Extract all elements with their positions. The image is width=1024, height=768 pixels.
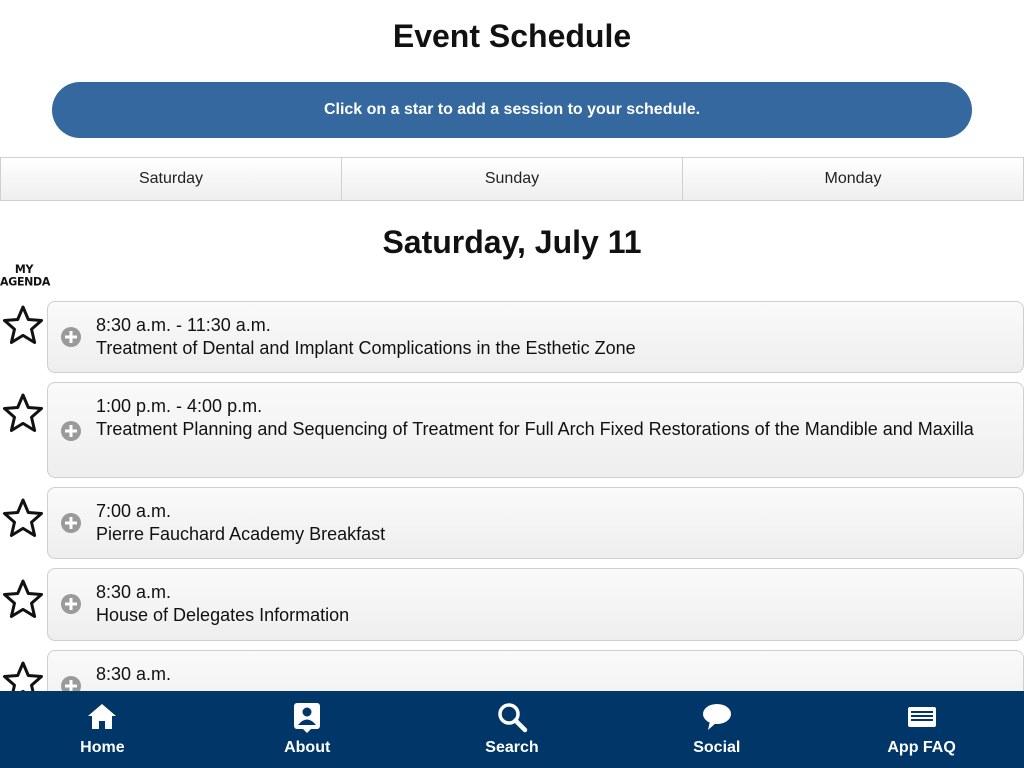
session-card[interactable]: 8:30 a.m. - 11:30 a.m. Treatment of Dent… <box>47 301 1024 373</box>
session-card[interactable]: 8:30 a.m. House of Delegates Information <box>47 568 1024 641</box>
nav-home[interactable]: Home <box>0 691 205 768</box>
session-title: Treatment of Dental and Implant Complica… <box>96 338 636 358</box>
chat-bubble-icon <box>702 704 731 730</box>
my-agenda-label: MY AGENDA <box>0 263 51 289</box>
nav-social[interactable]: Social <box>614 691 819 768</box>
tab-label: Sunday <box>484 170 540 187</box>
star-icon[interactable] <box>2 497 44 539</box>
plus-circle-icon[interactable] <box>60 420 82 442</box>
plus-circle-icon[interactable] <box>60 593 82 615</box>
nav-label: Social <box>693 739 741 756</box>
nav-label: Search <box>485 739 539 756</box>
day-heading: Saturday, July 11 <box>382 224 642 260</box>
nav-label: App FAQ <box>887 739 956 756</box>
session-title: Pierre Fauchard Academy Breakfast <box>96 524 386 544</box>
session-card[interactable]: 1:00 p.m. - 4:00 p.m. Treatment Planning… <box>47 382 1024 478</box>
plus-circle-icon[interactable] <box>60 512 82 534</box>
tab-saturday[interactable]: Saturday <box>1 158 342 200</box>
star-icon[interactable] <box>2 392 44 434</box>
session-time: 1:00 p.m. - 4:00 p.m. <box>96 396 263 416</box>
session-title: House of Delegates Information <box>96 605 350 625</box>
tab-label: Saturday <box>138 170 204 187</box>
banner-text: Click on a star to add a session to your… <box>323 101 701 118</box>
session-time: 7:00 a.m. <box>96 501 172 521</box>
nav-label: Home <box>80 739 125 756</box>
tab-sunday[interactable]: Sunday <box>342 158 683 200</box>
session-time: 8:30 a.m. <box>96 664 172 684</box>
nav-search[interactable]: Search <box>410 691 615 768</box>
search-icon <box>498 703 528 733</box>
session-time: 8:30 a.m. - 11:30 a.m. <box>96 315 271 335</box>
plus-circle-icon[interactable] <box>60 326 82 348</box>
tab-monday[interactable]: Monday <box>683 158 1023 200</box>
session-time: 8:30 a.m. <box>96 582 172 602</box>
nav-label: About <box>284 739 331 756</box>
bottom-nav: Home About Search Social App FAQ <box>0 691 1024 768</box>
about-icon <box>294 703 321 733</box>
instruction-banner: Click on a star to add a session to your… <box>52 82 972 138</box>
faq-icon <box>907 707 936 727</box>
tab-label: Monday <box>824 170 882 187</box>
page-title: Event Schedule <box>392 18 632 54</box>
day-tabs: Saturday Sunday Monday <box>0 157 1024 201</box>
star-icon[interactable] <box>2 578 44 620</box>
home-icon <box>88 704 117 729</box>
nav-about[interactable]: About <box>205 691 410 768</box>
star-icon[interactable] <box>2 304 44 346</box>
session-card[interactable]: 7:00 a.m. Pierre Fauchard Academy Breakf… <box>47 487 1024 559</box>
my-agenda-line2: AGENDA <box>0 274 51 289</box>
session-title: Treatment Planning and Sequencing of Tre… <box>96 419 974 439</box>
nav-app-faq[interactable]: App FAQ <box>819 691 1024 768</box>
